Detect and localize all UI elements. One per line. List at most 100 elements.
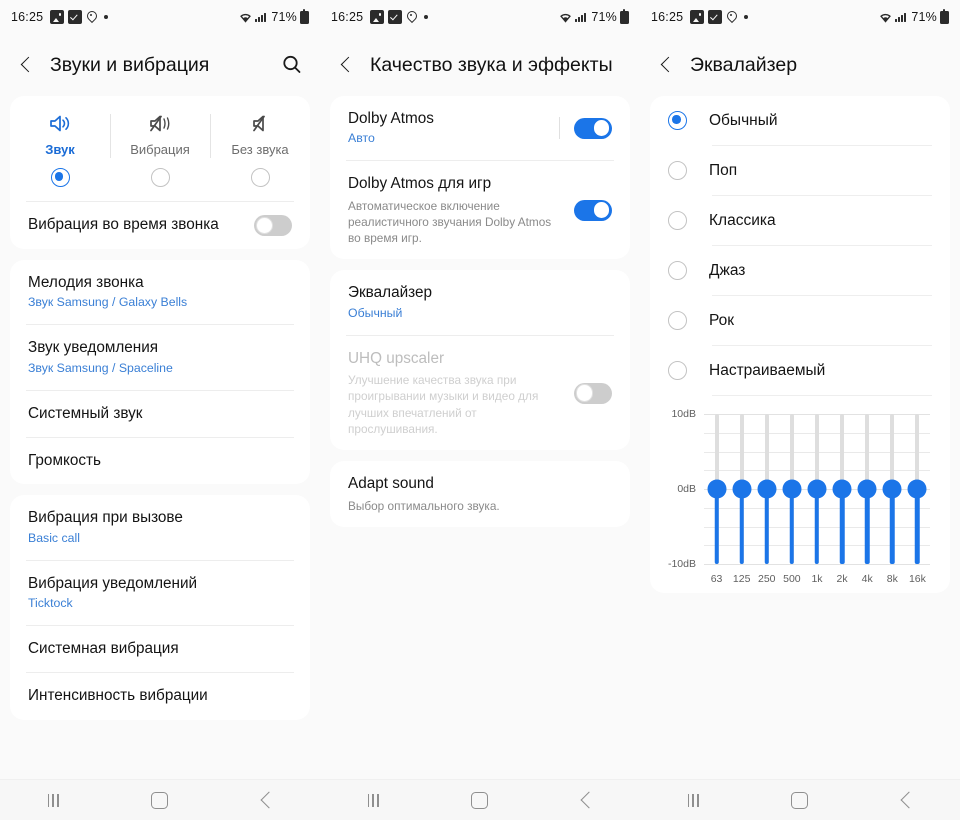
- back-chevron-icon[interactable]: [334, 52, 360, 78]
- home-button[interactable]: [451, 780, 509, 820]
- screenshot-root: 16:25 71% Звуки и вибрация Звук Вибрация…: [0, 0, 960, 820]
- back-chevron-icon[interactable]: [654, 52, 680, 78]
- home-button[interactable]: [131, 780, 189, 820]
- radio-mode-mute[interactable]: [210, 168, 310, 187]
- recents-button[interactable]: [664, 780, 722, 820]
- row-volume[interactable]: Громкость: [10, 438, 310, 484]
- back-button[interactable]: [878, 780, 936, 820]
- row-notification-sound[interactable]: Звук уведомления Звук Samsung / Spacelin…: [10, 325, 310, 389]
- row-dolby-atmos[interactable]: Dolby Atmos Авто: [330, 96, 630, 160]
- status-bar-right: 71%: [559, 8, 629, 24]
- toggle-knob: [592, 119, 611, 138]
- recents-button[interactable]: [24, 780, 82, 820]
- toggle-uhq-upscaler: [574, 382, 612, 404]
- radio-indicator: [150, 168, 170, 187]
- row-system-sound[interactable]: Системный звук: [10, 391, 310, 437]
- back-button[interactable]: [558, 780, 616, 820]
- band-knob[interactable]: [857, 479, 877, 499]
- sound-mode-selector: Звук Вибрация Без звука: [10, 96, 310, 161]
- band-knob[interactable]: [882, 479, 902, 499]
- radio-indicator: [668, 161, 687, 180]
- preset-option-custom[interactable]: Настраиваемый: [650, 346, 950, 395]
- equalizer-band-125[interactable]: [729, 414, 754, 564]
- toggle-dolby-atmos-gaming[interactable]: [574, 199, 612, 221]
- band-knob[interactable]: [707, 479, 727, 499]
- row-equalizer[interactable]: Эквалайзер Обычный: [330, 270, 630, 334]
- page-title: Звуки и вибрация: [50, 53, 210, 76]
- y-axis-tick-label: 0dB: [677, 483, 696, 495]
- radio-mode-vibration[interactable]: [110, 168, 210, 187]
- row-vibration-intensity[interactable]: Интенсивность вибрации: [10, 673, 310, 719]
- equalizer-frequency-labels: 63 125 250 500 1k 2k 4k 8k 16k: [704, 573, 930, 585]
- row-description: Автоматическое включение реалистичного з…: [348, 198, 552, 246]
- equalizer-band-1k[interactable]: [804, 414, 829, 564]
- x-axis-tick-label: 63: [710, 573, 723, 585]
- home-button[interactable]: [771, 780, 829, 820]
- equalizer-band-500[interactable]: [779, 414, 804, 564]
- band-knob[interactable]: [782, 479, 802, 499]
- row-adapt-sound[interactable]: Adapt sound Выбор оптимального звука.: [330, 461, 630, 527]
- band-fill: [890, 489, 895, 564]
- row-title: Dolby Atmos: [348, 110, 434, 127]
- back-icon: [260, 791, 278, 809]
- sound-settings-card: Мелодия звонка Звук Samsung / Galaxy Bel…: [10, 260, 310, 485]
- back-button[interactable]: [238, 780, 296, 820]
- mode-vibration[interactable]: Вибрация: [110, 110, 210, 158]
- x-axis-tick-label: 4k: [861, 573, 873, 585]
- row-system-vibration[interactable]: Системная вибрация: [10, 626, 310, 672]
- row-title: Adapt sound: [348, 475, 434, 493]
- band-knob[interactable]: [732, 479, 752, 499]
- preset-option-rock[interactable]: Рок: [650, 296, 950, 345]
- mode-mute[interactable]: Без звука: [210, 110, 310, 158]
- band-fill: [714, 489, 719, 564]
- row-vibrate-while-ringing[interactable]: Вибрация во время звонка: [10, 202, 310, 249]
- row-dolby-atmos-gaming[interactable]: Dolby Atmos для игр Автоматическое включ…: [330, 161, 630, 259]
- row-call-vibration[interactable]: Вибрация при вызове Basic call: [10, 495, 310, 559]
- recents-button[interactable]: [344, 780, 402, 820]
- equalizer-band-2k[interactable]: [830, 414, 855, 564]
- row-subtitle: Авто: [348, 131, 375, 146]
- status-bar: 16:25 71%: [320, 0, 640, 34]
- signal-icon: [574, 12, 587, 22]
- toggle-dolby-atmos[interactable]: [574, 117, 612, 139]
- row-notification-vibration[interactable]: Вибрация уведомлений Ticktock: [10, 561, 310, 625]
- toggle-vibrate-while-ringing[interactable]: [254, 215, 292, 236]
- search-icon[interactable]: [278, 51, 306, 79]
- speaker-on-icon: [10, 110, 110, 137]
- row-title: Эквалайзер: [348, 284, 432, 302]
- row-texts: Эквалайзер Обычный: [348, 283, 612, 321]
- radio-indicator: [668, 211, 687, 230]
- dot-icon: [744, 15, 749, 19]
- battery-icon: [940, 8, 949, 24]
- row-ringtone[interactable]: Мелодия звонка Звук Samsung / Galaxy Bel…: [10, 260, 310, 324]
- mode-sound[interactable]: Звук: [10, 110, 110, 157]
- equalizer-band-250[interactable]: [754, 414, 779, 564]
- mode-vibration-label: Вибрация: [130, 142, 190, 157]
- back-chevron-icon[interactable]: [14, 52, 40, 78]
- row-texts: Мелодия звонка Звук Samsung / Galaxy Bel…: [28, 273, 292, 311]
- preset-option-pop[interactable]: Поп: [650, 146, 950, 195]
- band-knob[interactable]: [832, 479, 852, 499]
- row-texts: Системная вибрация: [28, 639, 292, 659]
- row-texts: Системный звук: [28, 404, 292, 424]
- app-header: Эквалайзер: [640, 34, 960, 96]
- row-uhq-upscaler: UHQ upscaler Улучшение качества звука пр…: [330, 336, 630, 450]
- band-knob[interactable]: [757, 479, 777, 499]
- status-bar-left: 16:25: [11, 10, 109, 24]
- band-knob[interactable]: [807, 479, 827, 499]
- preset-option-jazz[interactable]: Джаз: [650, 246, 950, 295]
- checkbox-icon: [708, 10, 723, 24]
- equalizer-band-16k[interactable]: [905, 414, 930, 564]
- equalizer-band-4k[interactable]: [855, 414, 880, 564]
- band-knob[interactable]: [907, 479, 927, 499]
- equalizer-band-63[interactable]: [704, 414, 729, 564]
- wifi-icon: [559, 12, 572, 23]
- screen3-content: Обычный Поп Классика Джаз Рок Настраивае…: [640, 96, 960, 779]
- location-pin-icon: [86, 11, 97, 23]
- equalizer-band-8k[interactable]: [880, 414, 905, 564]
- radio-mode-sound[interactable]: [10, 168, 110, 187]
- sound-mode-radios: [10, 161, 310, 201]
- status-bar-right: 71%: [239, 8, 309, 24]
- preset-option-normal[interactable]: Обычный: [650, 96, 950, 145]
- preset-option-classic[interactable]: Классика: [650, 196, 950, 245]
